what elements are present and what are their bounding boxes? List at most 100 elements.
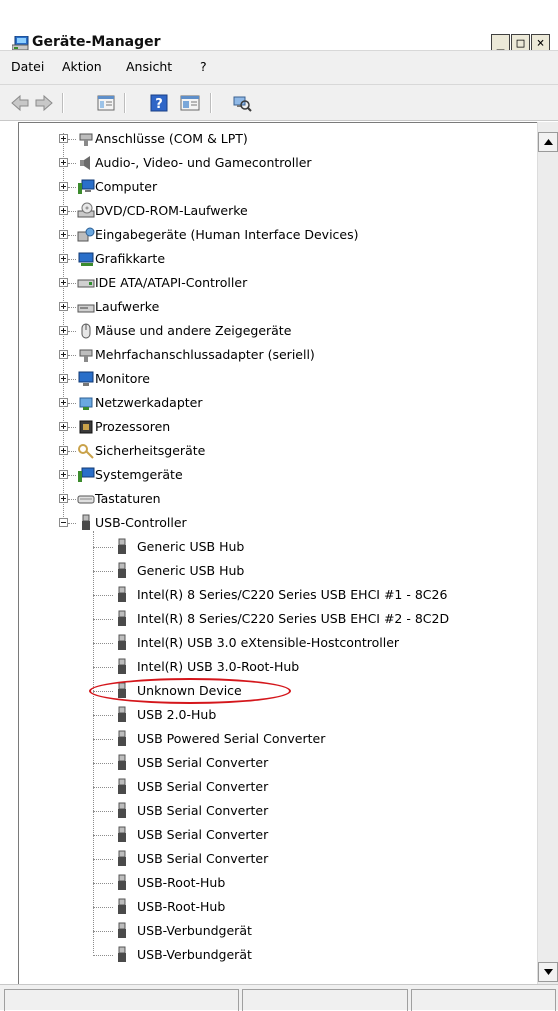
usb-device-label: Generic USB Hub [137,563,245,578]
tree-line-horizontal [68,283,76,285]
computer-icon [78,179,95,194]
properties-view-icon[interactable] [97,94,115,112]
show-hide-console-tree-icon[interactable] [180,94,200,112]
expand-toggle[interactable] [59,134,68,143]
tree-line-horizontal [68,403,76,405]
expand-toggle[interactable] [59,350,68,359]
usb-device-label: USB 2.0-Hub [137,707,217,722]
menu-ansicht[interactable]: Ansicht [126,59,172,74]
network-adapter-icon [79,397,93,410]
usb-plug-icon [118,754,126,770]
menu-bar: Datei Aktion Ansicht ? [0,50,558,85]
expand-toggle[interactable] [59,278,68,287]
usb-plug-icon [118,562,126,578]
category-label: DVD/CD-ROM-Laufwerke [95,203,248,218]
expand-toggle[interactable] [59,230,68,239]
category-label: Grafikkarte [95,251,166,266]
usb-device-label: Intel(R) 8 Series/C220 Series USB EHCI #… [137,587,448,602]
scroll-down-button[interactable] [538,962,558,982]
status-bar [0,984,558,1011]
vertical-scrollbar[interactable] [537,122,558,984]
tree-line-horizontal [68,307,76,309]
usb-plug-icon [118,538,126,554]
expand-toggle[interactable] [59,326,68,335]
usb-plug-icon [118,634,126,650]
usb-device-label: USB-Root-Hub [137,875,226,890]
category-label: USB-Controller [95,515,187,530]
mouse-icon [81,323,91,339]
tree-line-horizontal [93,931,113,933]
usb-plug-icon [118,946,126,962]
expand-toggle[interactable] [59,254,68,263]
toolbar-separator [62,93,64,113]
collapse-toggle[interactable] [59,518,68,527]
usb-plug-icon [118,610,126,626]
usb-device-label: USB Serial Converter [137,803,269,818]
keyboard-icon [77,495,95,504]
device-tree[interactable]: Anschlüsse (COM & LPT) Audio-, Video- und… [18,122,538,985]
usb-plug-icon [118,802,126,818]
ide-controller-icon [77,279,95,288]
tree-line-horizontal [93,787,113,789]
usb-device-label: Generic USB Hub [137,539,245,554]
tree-line-horizontal [68,139,76,141]
expand-toggle[interactable] [59,374,68,383]
expand-toggle[interactable] [59,398,68,407]
expand-toggle[interactable] [59,446,68,455]
tree-line-horizontal [93,883,113,885]
menu-help[interactable]: ? [200,59,207,74]
expand-toggle[interactable] [59,302,68,311]
category-label: Anschlüsse (COM & LPT) [95,131,248,146]
processor-icon [79,420,93,434]
port-icon [79,133,93,146]
usb-plug-icon [118,778,126,794]
expand-toggle[interactable] [59,422,68,431]
tree-line-horizontal [93,739,113,741]
expand-toggle[interactable] [59,206,68,215]
help-icon[interactable]: ? [150,94,168,112]
expand-toggle[interactable] [59,470,68,479]
category-label: Laufwerke [95,299,160,314]
usb-plug-icon [118,874,126,890]
usb-device-label: Intel(R) USB 3.0-Root-Hub [137,659,300,674]
usb-device-label: Intel(R) USB 3.0 eXtensible-Hostcontroll… [137,635,400,650]
device-manager-window: Geräte-Manager _ □ × Datei Aktion Ansich… [0,0,558,1011]
forward-icon[interactable] [34,94,54,112]
tree-line-horizontal [93,955,113,957]
scroll-up-button[interactable] [538,132,558,152]
toolbar-separator [124,93,126,113]
tree-line-horizontal [93,595,113,597]
tree-line-horizontal [93,715,113,717]
tree-line-horizontal [68,187,76,189]
category-label: Monitore [95,371,150,386]
status-pane-3 [411,989,556,1011]
tree-line-horizontal [93,907,113,909]
usb-plug-icon [118,826,126,842]
category-label: Eingabegeräte (Human Interface Devices) [95,227,359,242]
status-pane-2 [242,989,408,1011]
display-adapter-icon [78,252,94,266]
category-label: Netzwerkadapter [95,395,203,410]
category-label: Sicherheitsgeräte [95,443,206,458]
menu-aktion[interactable]: Aktion [62,59,102,74]
back-icon[interactable] [10,94,30,112]
usb-device-label: USB Serial Converter [137,779,269,794]
usb-plug-icon [118,658,126,674]
usb-device-label: USB Serial Converter [137,827,269,842]
expand-toggle[interactable] [59,158,68,167]
tree-line-horizontal [68,211,76,213]
usb-device-label: USB Serial Converter [137,851,269,866]
expand-toggle[interactable] [59,182,68,191]
window-title: Geräte-Manager [32,34,161,50]
tree-line-horizontal [68,163,76,165]
scan-hardware-icon[interactable] [232,94,252,112]
expand-toggle[interactable] [59,494,68,503]
usb-device-label: Intel(R) 8 Series/C220 Series USB EHCI #… [137,611,450,626]
security-device-icon [78,444,94,459]
status-pane-1 [4,989,239,1011]
category-label: Computer [95,179,158,194]
menu-datei[interactable]: Datei [11,59,44,74]
tree-line-horizontal [68,499,76,501]
tree-line-horizontal [68,331,76,333]
title-bar[interactable]: Geräte-Manager _ □ × [0,12,558,52]
